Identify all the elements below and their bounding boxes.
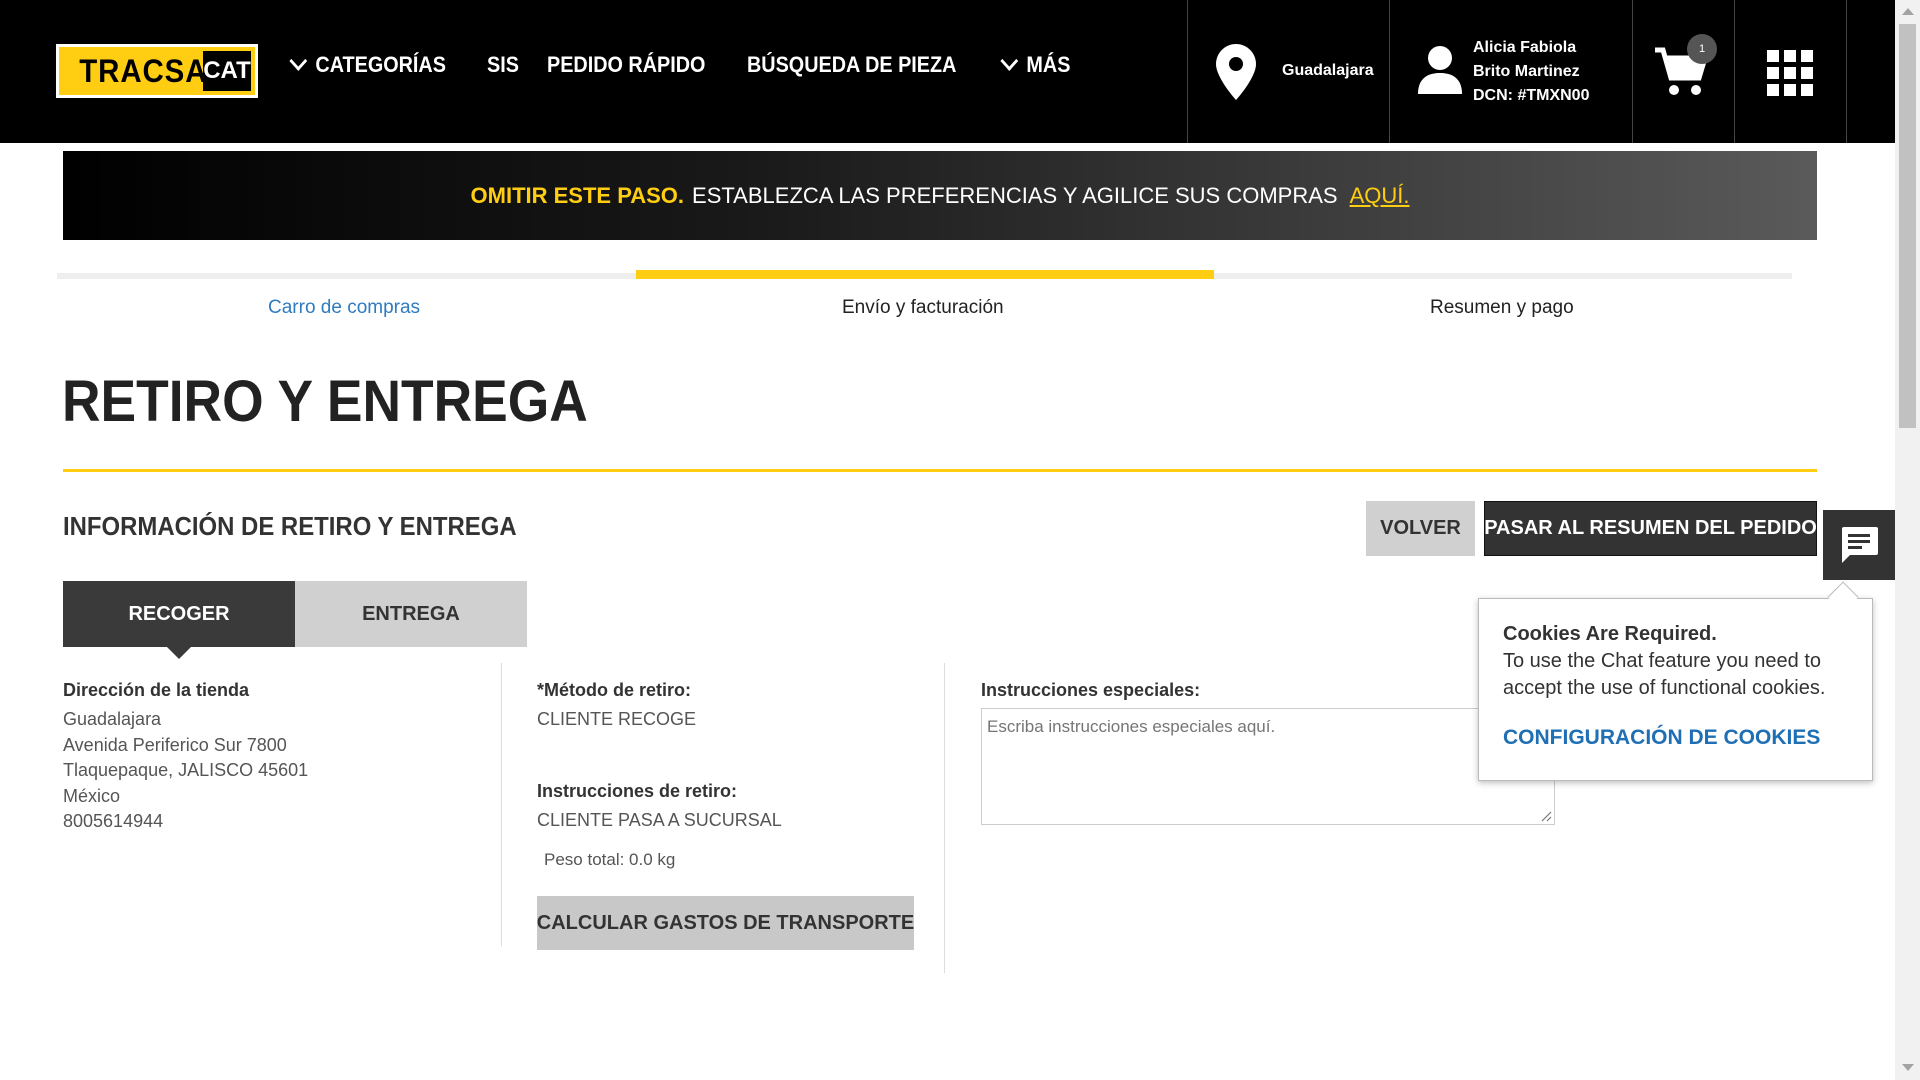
logo-text: TRACSA bbox=[79, 52, 208, 89]
main-nav: CATEGORÍAS SIS PEDIDO RÁPIDO BÚSQUEDA DE… bbox=[289, 51, 1102, 78]
cookie-settings-link[interactable]: CONFIGURACIÓN DE COOKIES bbox=[1503, 726, 1848, 750]
column-divider bbox=[944, 663, 945, 973]
order-summary-button[interactable]: PASAR AL RESUMEN DEL PEDIDO bbox=[1484, 501, 1817, 556]
step-shipping: Envío y facturación bbox=[842, 297, 1004, 318]
nav-label: CATEGORÍAS bbox=[315, 52, 446, 77]
header-divider bbox=[1389, 0, 1390, 143]
top-header: TRACSA CAT CATEGORÍAS SIS PEDIDO RÁPIDO … bbox=[0, 0, 1895, 143]
pickup-method-value: CLIENTE RECOGE bbox=[537, 709, 697, 729]
tab-entrega[interactable]: ENTREGA bbox=[295, 581, 527, 647]
cart-count-badge: 1 bbox=[1687, 34, 1717, 64]
user-icon[interactable] bbox=[1418, 46, 1462, 94]
user-last-name: Brito Martinez bbox=[1473, 63, 1580, 80]
cat-badge: CAT bbox=[203, 51, 251, 91]
address-line: Avenida Periferico Sur 7800 bbox=[63, 734, 287, 755]
user-first-name: Alicia Fabiola bbox=[1473, 39, 1577, 56]
resize-grip-icon[interactable] bbox=[1540, 810, 1552, 822]
page-title: RETIRO Y ENTREGA bbox=[62, 369, 588, 434]
nav-label: SIS bbox=[487, 52, 519, 77]
pickup-method-label: *Método de retiro: bbox=[537, 680, 692, 700]
pickup-instructions-label: Instrucciones de retiro: bbox=[537, 781, 738, 801]
chevron-down-icon bbox=[1000, 51, 1019, 71]
nav-busqueda-pieza[interactable]: BÚSQUEDA DE PIEZA bbox=[747, 52, 956, 78]
back-button[interactable]: VOLVER bbox=[1366, 501, 1475, 556]
address-line: Guadalajara bbox=[63, 709, 162, 729]
user-dcn: DCN: #TMXN00 bbox=[1473, 87, 1590, 104]
user-account[interactable]: Alicia Fabiola Brito Martinez DCN: #TMXN… bbox=[1473, 36, 1589, 108]
cookie-body: To use the Chat feature you need to acce… bbox=[1503, 650, 1826, 699]
store-phone: 8005614944 bbox=[63, 811, 164, 831]
header-divider bbox=[1734, 0, 1735, 143]
address-line: México bbox=[63, 785, 121, 806]
apps-grid-icon[interactable] bbox=[1767, 50, 1813, 96]
promo-link[interactable]: AQUÍ. bbox=[1350, 183, 1410, 209]
nav-pedido-rapido[interactable]: PEDIDO RÁPIDO bbox=[547, 52, 705, 78]
address-line: Tlaquepaque, JALISCO 45601 bbox=[63, 760, 309, 780]
step-cart[interactable]: Carro de compras bbox=[268, 297, 420, 319]
chat-icon bbox=[1842, 527, 1878, 563]
total-weight: Peso total: 0.0 kg bbox=[544, 850, 676, 869]
pickup-instructions-value: CLIENTE PASA A SUCURSAL bbox=[537, 810, 782, 830]
header-divider bbox=[1632, 0, 1633, 143]
promo-text: ESTABLEZCA LAS PREFERENCIAS Y AGILICE SU… bbox=[692, 182, 1338, 208]
column-divider bbox=[501, 663, 502, 946]
nav-label: PEDIDO RÁPIDO bbox=[546, 52, 705, 77]
special-instructions-label: Instrucciones especiales: bbox=[981, 680, 1201, 700]
location-label[interactable]: Guadalajara bbox=[1282, 62, 1374, 80]
scrollbar-thumb[interactable] bbox=[1899, 24, 1916, 428]
chat-button[interactable] bbox=[1823, 510, 1895, 580]
scroll-up-icon[interactable] bbox=[1902, 8, 1914, 15]
tab-recoger[interactable]: RECOGER bbox=[63, 581, 295, 659]
nav-label: MÁS bbox=[1026, 52, 1071, 77]
nav-sis[interactable]: SIS bbox=[487, 52, 519, 78]
progress-active-segment bbox=[636, 270, 1214, 279]
tracsa-cat-logo[interactable]: TRACSA CAT bbox=[56, 44, 258, 98]
promo-banner: OMITIR ESTE PASO. ESTABLEZCA LAS PREFERE… bbox=[63, 151, 1817, 240]
nav-label: BÚSQUEDA DE PIEZA bbox=[746, 52, 956, 77]
promo-skip-text: OMITIR ESTE PASO. bbox=[470, 182, 685, 208]
header-divider bbox=[1846, 0, 1847, 143]
step-summary: Resumen y pago bbox=[1430, 297, 1574, 318]
header-divider bbox=[1187, 0, 1188, 143]
section-title: INFORMACIÓN DE RETIRO Y ENTREGA bbox=[63, 511, 517, 541]
chevron-down-icon bbox=[289, 51, 308, 71]
cookie-title: Cookies Are Required. bbox=[1503, 623, 1717, 645]
location-pin-icon[interactable] bbox=[1216, 44, 1256, 100]
delivery-tabs: RECOGER ENTREGA bbox=[63, 581, 527, 659]
nav-categorias[interactable]: CATEGORÍAS bbox=[289, 51, 446, 78]
title-divider bbox=[63, 469, 1817, 472]
special-instructions-input[interactable] bbox=[981, 708, 1555, 825]
cookie-popup: Cookies Are Required. To use the Chat fe… bbox=[1478, 598, 1873, 781]
nav-mas[interactable]: MÁS bbox=[1000, 51, 1071, 78]
calculate-shipping-button[interactable]: CALCULAR GASTOS DE TRANSPORTE bbox=[537, 896, 914, 950]
scroll-down-icon[interactable] bbox=[1902, 1064, 1914, 1071]
store-address: Guadalajara Avenida Periferico Sur 7800 … bbox=[63, 707, 308, 835]
store-address-label: Dirección de la tienda bbox=[63, 680, 250, 700]
